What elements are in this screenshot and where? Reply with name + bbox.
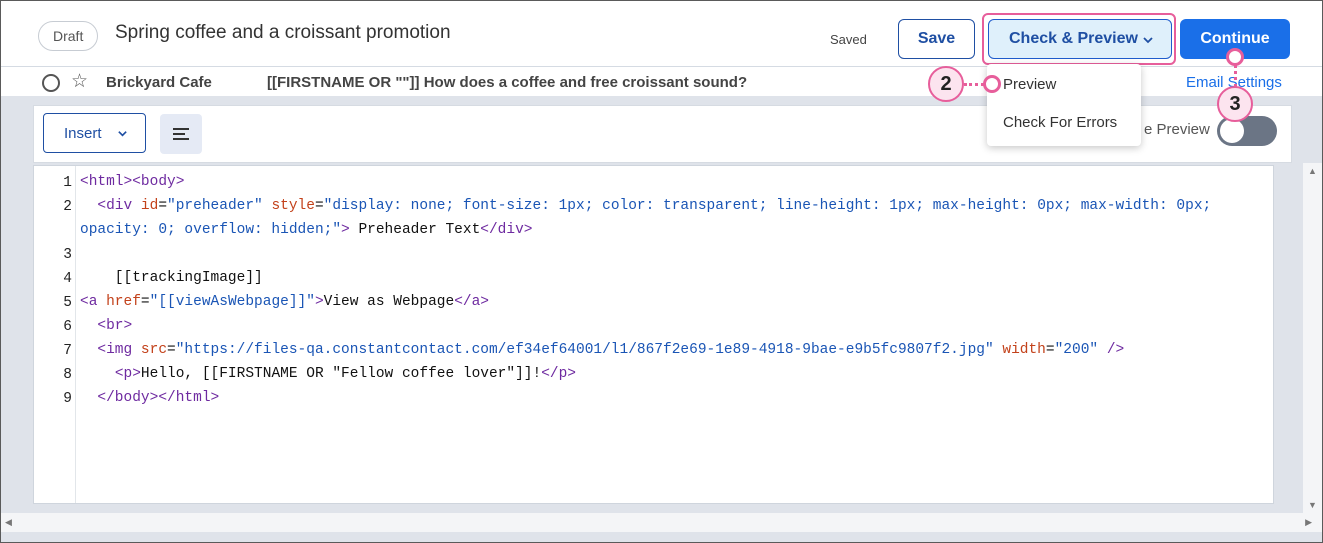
star-icon[interactable]: ☆: [71, 70, 88, 93]
code-token: src: [140, 342, 168, 358]
scroll-left-icon[interactable]: ◀: [5, 517, 12, 528]
code-token: style: [271, 198, 315, 214]
code-token: "https://files-qa.constantcontact.com/ef…: [175, 342, 994, 358]
scroll-up-icon[interactable]: ▲: [1308, 166, 1317, 176]
callout-connector: [964, 83, 984, 86]
code-token: id: [140, 198, 159, 214]
step-callout-2: 2: [928, 66, 964, 102]
campaign-header: Draft Spring coffee and a croissant prom…: [1, 1, 1322, 67]
code-token: <a: [80, 294, 107, 310]
select-radio[interactable]: [42, 74, 60, 92]
line-number: 2: [63, 199, 72, 215]
menu-item-preview[interactable]: Preview: [1003, 76, 1056, 93]
campaign-title[interactable]: Spring coffee and a croissant promotion: [115, 22, 451, 44]
code-token: "preheader": [167, 198, 263, 214]
callout-pin: [1226, 48, 1244, 66]
code-line[interactable]: <br>: [80, 318, 132, 334]
chevron-down-icon: [1143, 37, 1153, 44]
code-token: <div: [97, 198, 141, 214]
check-preview-button[interactable]: Check & Preview: [988, 19, 1172, 59]
callout-connector: [1234, 64, 1237, 88]
line-number: 9: [63, 391, 72, 407]
code-token: width: [1002, 342, 1046, 358]
code-token: </p>: [541, 366, 576, 382]
code-line[interactable]: opacity: 0; overflow: hidden;"> Preheade…: [80, 222, 533, 238]
chevron-down-icon: [118, 131, 127, 137]
step-callout-3: 3: [1217, 86, 1253, 122]
sender-name: Brickyard Cafe: [106, 74, 212, 91]
code-token: </body></html>: [97, 390, 220, 406]
code-line[interactable]: <a href="[[viewAsWebpage]]">View as Webp…: [80, 294, 489, 310]
code-token: >: [341, 222, 350, 238]
code-token: =: [167, 342, 176, 358]
code-token: =: [314, 198, 324, 214]
status-badge: Draft: [38, 21, 99, 51]
code-line[interactable]: [[trackingImage]]: [80, 270, 263, 286]
code-token: "200": [1054, 342, 1099, 358]
scroll-down-icon[interactable]: ▼: [1308, 500, 1317, 510]
toggle-knob: [1220, 119, 1244, 143]
code-token: Preheader Text: [349, 222, 481, 238]
code-token: opacity: 0; overflow: hidden;": [80, 222, 342, 238]
code-token: <br>: [97, 318, 133, 334]
callout-pin: [983, 75, 1001, 93]
line-number: 7: [63, 343, 72, 359]
line-number: 4: [63, 271, 72, 287]
code-line[interactable]: <p>Hello, [[FIRSTNAME OR "Fellow coffee …: [80, 366, 576, 382]
code-token: "[[viewAsWebpage]]": [149, 294, 315, 310]
code-token: Hello, [[FIRSTNAME OR "Fellow coffee lov…: [140, 366, 542, 382]
save-status: Saved: [830, 32, 867, 47]
line-number: 5: [63, 295, 72, 311]
menu-item-check-for-errors[interactable]: Check For Errors: [1003, 114, 1117, 131]
insert-button[interactable]: Insert: [43, 113, 146, 153]
live-preview-label: e Preview: [1144, 121, 1210, 138]
code-line[interactable]: <img src="https://files-qa.constantconta…: [80, 342, 1124, 358]
line-number: 3: [63, 247, 72, 263]
code-token: </a>: [454, 294, 489, 310]
code-token: =: [158, 198, 168, 214]
code-line[interactable]: <div id="preheader" style="display: none…: [80, 198, 1211, 214]
align-left-icon: [173, 128, 189, 130]
code-token: =: [1045, 342, 1055, 358]
code-token: <p>: [114, 366, 141, 382]
code-token: />: [1106, 342, 1125, 358]
code-line[interactable]: </body></html>: [80, 390, 219, 406]
code-token: <img: [97, 342, 141, 358]
line-number: 6: [63, 319, 72, 335]
code-token: <html><body>: [80, 174, 185, 190]
code-token: </div>: [480, 222, 533, 238]
format-align-button[interactable]: [160, 114, 202, 154]
code-token: "display: none; font-size: 1px; color: t…: [323, 198, 1212, 214]
live-preview-toggle[interactable]: [1217, 116, 1277, 146]
code-editor[interactable]: 1 2 3 4 5 6 7 8 9 <html><body> <div id="…: [33, 165, 1274, 504]
code-token: =: [140, 294, 150, 310]
code-token: >: [314, 294, 324, 310]
email-subject: [[FIRSTNAME OR ""]] How does a coffee an…: [267, 74, 748, 91]
line-number: 8: [63, 367, 72, 383]
line-number: 1: [63, 175, 72, 191]
vertical-scrollbar[interactable]: ▲ ▼: [1303, 163, 1322, 513]
horizontal-scrollbar[interactable]: ◀ ▶: [1, 513, 1322, 532]
check-preview-menu: Preview Check For Errors: [987, 64, 1141, 146]
code-token: href: [106, 294, 141, 310]
scroll-right-icon[interactable]: ▶: [1305, 517, 1312, 528]
check-preview-label: Check & Preview: [1009, 30, 1138, 47]
line-number-gutter: 1 2 3 4 5 6 7 8 9: [34, 166, 76, 503]
code-token: View as Webpage: [323, 294, 455, 310]
insert-label: Insert: [64, 124, 102, 142]
code-token: [[trackingImage]]: [80, 270, 263, 286]
code-line[interactable]: <html><body>: [80, 174, 184, 190]
save-button[interactable]: Save: [898, 19, 975, 59]
